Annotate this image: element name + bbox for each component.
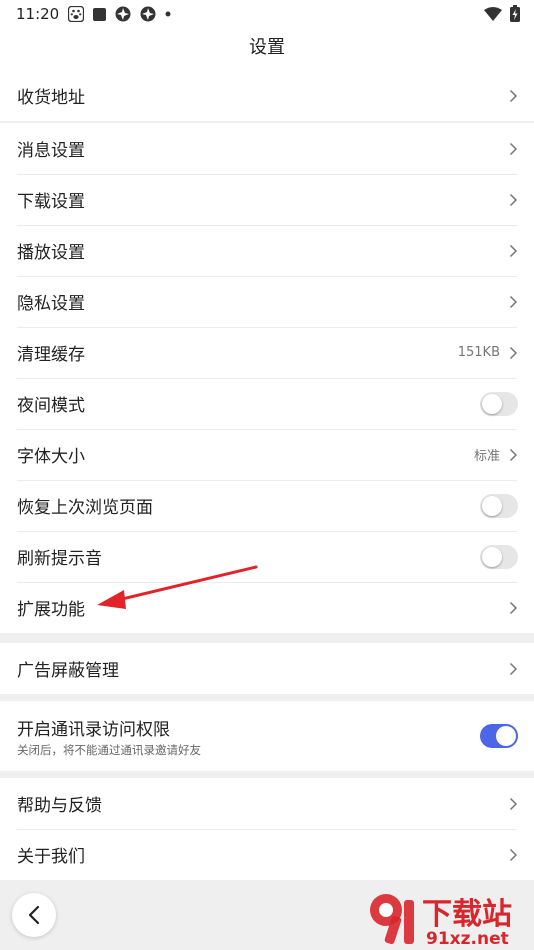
status-time: 11:20 [16,5,60,23]
setting-row-clear-cache[interactable]: 清理缓存 151KB [0,327,534,378]
chevron-right-icon [509,142,518,155]
site-watermark-logo: 下载站 91xz.net [370,894,512,948]
toggle-knob [496,726,516,746]
setting-label: 扩展功能 [17,600,85,620]
dot-icon [165,11,171,17]
chevron-right-icon [509,244,518,257]
settings-group-main: 消息设置 下载设置 播放设置 隐私设置 清理缓存 151KB 夜间模式 字体大小… [0,123,534,633]
aperture-icon [115,6,131,22]
system-icons [484,5,520,22]
back-button[interactable] [12,893,56,937]
setting-row-night-mode: 夜间模式 [0,378,534,429]
title-bar: 设置 [0,28,534,71]
chevron-right-icon [509,193,518,206]
setting-label: 帮助与反馈 [17,796,102,816]
settings-group-help: 帮助与反馈 关于我们 [0,778,534,880]
setting-row-download[interactable]: 下载设置 [0,174,534,225]
toggle-knob [482,393,502,414]
setting-label: 清理缓存 [17,345,85,365]
chevron-right-icon [509,295,518,308]
setting-row-contacts-permission: 开启通讯录访问权限 关闭后，将不能通过通讯录邀请好友 [0,701,534,771]
setting-label: 关于我们 [17,847,85,867]
setting-label: 开启通讯录访问权限 [17,719,170,740]
battery-charging-icon [510,5,520,22]
setting-label: 恢复上次浏览页面 [17,498,153,518]
setting-row-about[interactable]: 关于我们 [0,829,534,880]
setting-row-restore-page: 恢复上次浏览页面 [0,480,534,531]
font-size-value: 标准 [473,449,500,464]
chevron-right-icon [509,662,518,675]
chevron-right-icon [509,346,518,359]
settings-group-address: 收货地址 [0,70,534,121]
setting-label: 广告屏蔽管理 [17,661,119,681]
toggle-knob [482,495,502,516]
watermark-title: 下载站 [422,897,512,932]
settings-group-ads: 广告屏蔽管理 [0,643,534,694]
wifi-icon [484,6,502,21]
setting-label: 消息设置 [17,141,85,161]
setting-subtitle: 关闭后，将不能通过通讯录邀请好友 [17,742,201,757]
setting-label: 下载设置 [17,192,85,212]
status-bar: 11:20 [0,0,534,28]
setting-row-refresh-sound: 刷新提示音 [0,531,534,582]
setting-row-help-feedback[interactable]: 帮助与反馈 [0,778,534,829]
setting-row-message[interactable]: 消息设置 [0,123,534,174]
setting-row-ad-block[interactable]: 广告屏蔽管理 [0,643,534,694]
setting-row-extensions[interactable]: 扩展功能 [0,582,534,633]
setting-row-playback[interactable]: 播放设置 [0,225,534,276]
setting-row-font-size[interactable]: 字体大小 标准 [0,429,534,480]
settings-group-contacts: 开启通讯录访问权限 关闭后，将不能通过通讯录邀请好友 [0,701,534,771]
refresh-sound-toggle[interactable] [480,544,518,569]
setting-label: 播放设置 [17,243,85,263]
setting-label: 刷新提示音 [17,549,102,569]
setting-row-address[interactable]: 收货地址 [0,70,534,121]
setting-label: 隐私设置 [17,294,85,314]
contacts-permission-toggle[interactable] [480,724,518,748]
baidu-paw-icon [68,6,84,22]
aperture-icon-2 [140,6,156,22]
cache-size-value: 151KB [457,345,500,360]
setting-label: 字体大小 [17,447,85,467]
square-notification-icon [93,7,106,21]
page-title: 设置 [249,37,285,58]
chevron-left-icon [28,905,40,925]
toggle-knob [482,546,502,567]
setting-label: 夜间模式 [17,396,85,416]
night-mode-toggle[interactable] [480,391,518,416]
chevron-right-icon [509,601,518,614]
chevron-right-icon [509,89,518,102]
chevron-right-icon [509,448,518,461]
watermark-domain: 91xz.net [426,929,509,948]
chevron-right-icon [509,848,518,861]
restore-page-toggle[interactable] [480,493,518,518]
setting-label: 收货地址 [17,88,85,108]
chevron-right-icon [509,797,518,810]
notification-icons [68,6,171,22]
setting-row-privacy[interactable]: 隐私设置 [0,276,534,327]
